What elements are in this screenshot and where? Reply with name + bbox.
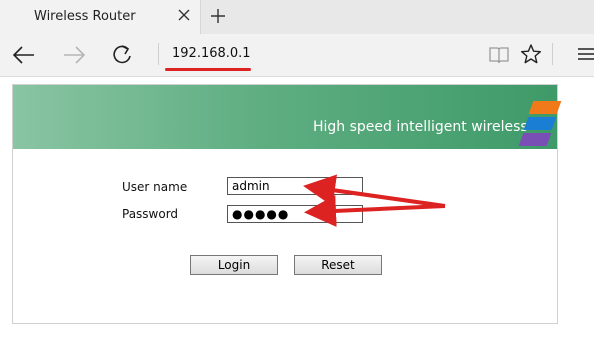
address-highlight-underline — [165, 68, 251, 71]
password-field[interactable]: ●●●●● — [227, 205, 363, 223]
refresh-icon[interactable] — [108, 41, 136, 69]
back-arrow-icon[interactable] — [10, 41, 38, 69]
password-label: Password — [122, 207, 179, 221]
username-label: User name — [122, 180, 188, 194]
forward-arrow-icon[interactable] — [60, 41, 88, 69]
book-icon[interactable] — [488, 45, 510, 65]
tab-bar: Wireless Router — [0, 0, 594, 34]
close-icon[interactable] — [176, 7, 192, 23]
browser-tab[interactable]: Wireless Router — [0, 0, 201, 34]
toolbar-divider — [158, 43, 159, 65]
toolbar-divider-2 — [552, 43, 553, 65]
plus-icon[interactable] — [208, 6, 228, 26]
brand-stripe-orange — [528, 101, 562, 114]
router-banner: High speed intelligent wireless — [13, 85, 562, 149]
username-field[interactable] — [227, 177, 363, 195]
star-icon[interactable] — [520, 43, 542, 65]
brand-stripe-purple — [518, 133, 552, 146]
reset-button[interactable]: Reset — [294, 255, 382, 275]
router-login-page: High speed intelligent wireless User nam… — [12, 84, 562, 324]
login-button[interactable]: Login — [190, 255, 278, 275]
address-bar[interactable]: 192.168.0.1 — [172, 46, 251, 61]
tab-title: Wireless Router — [34, 9, 136, 24]
banner-tagline: High speed intelligent wireless — [313, 119, 528, 135]
navigation-bar: 192.168.0.1 — [0, 34, 594, 77]
brand-stripe-blue — [523, 117, 557, 130]
hamburger-icon[interactable] — [578, 46, 594, 62]
